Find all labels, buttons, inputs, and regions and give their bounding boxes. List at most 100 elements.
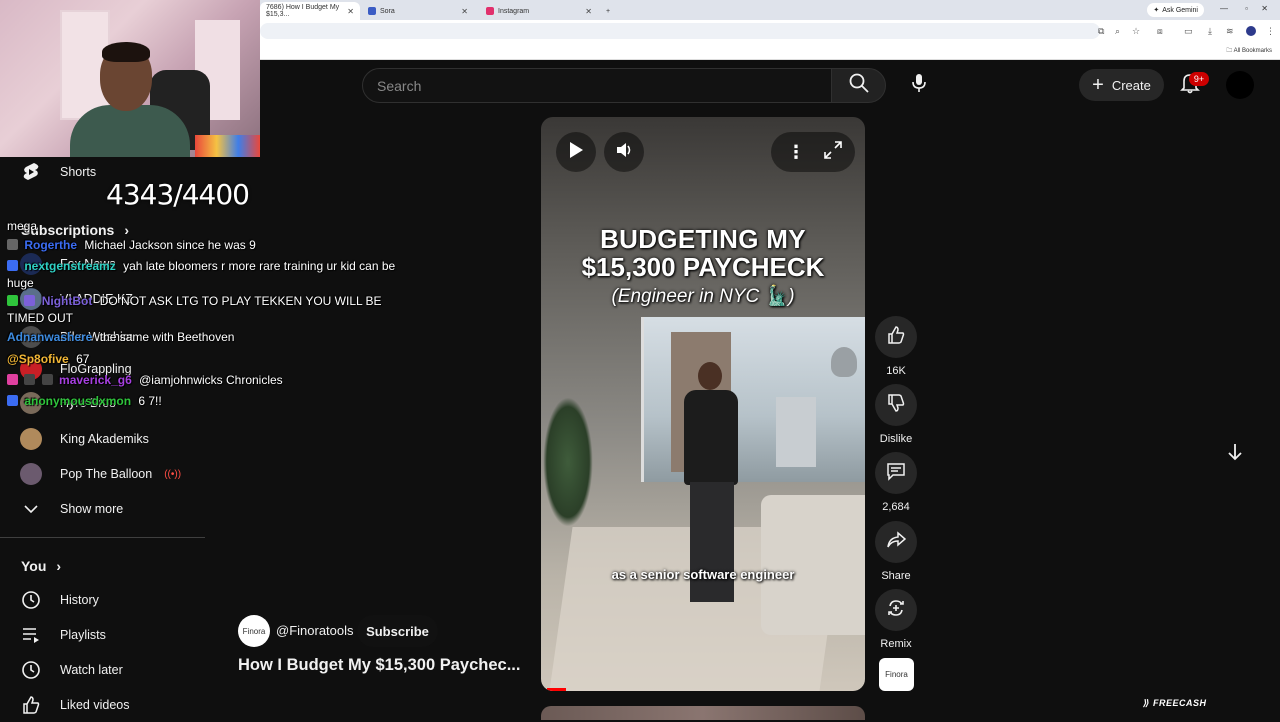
sidebar-item-king-akademiks[interactable]: King Akademiks <box>12 422 202 456</box>
channel-handle[interactable]: @Finoratools <box>276 623 354 638</box>
chat-username: nextgenstreamz <box>24 259 116 273</box>
sidebar-item-pop-the-balloon[interactable]: Pop The Balloon ((•)) <box>12 457 202 491</box>
like-action: 16K <box>874 316 918 377</box>
tab-instagram[interactable]: Instagram ✕ <box>480 2 598 20</box>
chat-message: anonymousdxmon 6 7!! <box>7 393 407 410</box>
cam-streamer-body <box>70 105 190 157</box>
chat-username: @Sp8ofive <box>7 352 69 366</box>
more-options-button[interactable]: ⋮ <box>781 137 811 167</box>
like-button[interactable] <box>875 316 917 358</box>
ask-gemini-button[interactable]: ✦ Ask Gemini <box>1147 3 1204 17</box>
microphone-icon <box>911 73 927 98</box>
video-progress-bar[interactable] <box>547 688 566 691</box>
profile-icon[interactable] <box>1246 26 1256 36</box>
address-bar[interactable] <box>260 23 1100 39</box>
badge-icon <box>41 374 53 385</box>
sidepanel-icon[interactable]: ▭ <box>1184 26 1193 37</box>
sidebar-divider <box>0 537 205 538</box>
chat-message: Rogerthe Michael Jackson since he was 9 <box>7 237 407 254</box>
cam-streamer-hair <box>102 42 150 62</box>
channel-avatar <box>20 463 42 485</box>
close-icon[interactable]: ✕ <box>461 7 468 16</box>
tab-sora[interactable]: Sora ✕ <box>362 2 474 20</box>
chat-message: NightBot DO NOT ASK LTG TO PLAY TEKKEN Y… <box>7 293 407 327</box>
close-icon[interactable]: ✕ <box>347 7 354 16</box>
share-button[interactable] <box>875 521 917 563</box>
sidebar-item-label: Pop The Balloon <box>60 467 153 481</box>
create-label: Create <box>1111 77 1151 93</box>
remix-button[interactable] <box>875 589 917 631</box>
show-more-button[interactable]: Show more <box>12 492 202 526</box>
clock-icon <box>20 659 42 681</box>
next-video-preview[interactable] <box>541 706 865 720</box>
chevron-down-icon <box>20 498 42 520</box>
close-icon[interactable]: ✕ <box>585 7 592 16</box>
chat-username: Rogerthe <box>24 238 78 252</box>
bookmarks-bar: 🗀 All Bookmarks <box>260 42 1280 60</box>
badge-icon <box>7 239 18 250</box>
tab-youtube[interactable]: 7686) How I Budget My $15,3... ✕ <box>260 2 360 20</box>
live-icon: ((•)) <box>164 468 182 480</box>
chat-text: 6 7!! <box>138 394 162 408</box>
thumbs-down-icon <box>886 393 906 418</box>
sidebar-item-label: Playlists <box>60 628 106 642</box>
next-video-button[interactable] <box>1222 440 1248 468</box>
avatar[interactable] <box>1226 71 1254 99</box>
video-scene-lamp <box>831 347 857 377</box>
voice-search-button[interactable] <box>900 68 937 103</box>
sidebar-item-label: Liked videos <box>60 698 130 712</box>
sidebar-item-liked-videos[interactable]: Liked videos <box>12 688 202 722</box>
badge-icon <box>24 374 36 385</box>
sidebar-item-playlists[interactable]: Playlists <box>12 618 202 652</box>
new-tab-button[interactable]: + <box>600 2 616 20</box>
you-heading[interactable]: You › <box>21 558 61 574</box>
subscribe-button[interactable]: Subscribe <box>357 615 438 647</box>
show-more-label: Show more <box>60 502 124 516</box>
freecash-watermark: ⟫ FREECASH <box>1143 698 1207 709</box>
tab-label: Sora <box>380 7 395 15</box>
comments-button[interactable] <box>875 452 917 494</box>
sidebar-item-label: Shorts <box>60 165 97 179</box>
shorts-video-player[interactable]: ⋮ BUDGETING MY $15,300 PAYCHECK (Enginee… <box>541 117 865 691</box>
instagram-icon <box>486 7 494 15</box>
install-icon[interactable]: ⧉ <box>1098 26 1104 37</box>
video-scene-sofa <box>761 495 865 635</box>
search-input[interactable]: Search <box>362 68 832 103</box>
bookmark-star-icon[interactable]: ☆ <box>1132 26 1140 37</box>
sidebar-item-watch-later[interactable]: Watch later <box>12 653 202 687</box>
badge-icon <box>7 395 18 406</box>
chat-message: nextgenstreamz yah late bloomers r more … <box>7 258 407 292</box>
volume-button[interactable] <box>604 132 644 172</box>
maximize-icon[interactable]: ▫ <box>1245 4 1248 13</box>
remix-action: Remix <box>874 589 918 650</box>
dislike-button[interactable] <box>875 384 917 426</box>
notification-count-badge: 9+ <box>1189 72 1209 86</box>
chat-username: mega <box>7 219 38 233</box>
all-bookmarks-button[interactable]: 🗀 All Bookmarks <box>1226 46 1272 56</box>
sidebar-item-history[interactable]: History <box>12 583 202 617</box>
zoom-icon[interactable]: ⌕ <box>1115 26 1120 37</box>
create-button[interactable]: + Create <box>1079 69 1164 101</box>
fullscreen-button[interactable] <box>818 137 848 167</box>
thumbs-up-icon <box>20 694 42 716</box>
play-button[interactable] <box>556 132 596 172</box>
video-overlay-subtitle: (Engineer in NYC 🗽) <box>611 286 795 307</box>
minimize-icon[interactable]: — <box>1220 4 1228 13</box>
webcam-overlay <box>0 0 260 157</box>
download-icon[interactable]: ⤓ <box>1208 26 1212 37</box>
video-title[interactable]: How I Budget My $15,300 Paychec... <box>238 656 538 675</box>
close-window-icon[interactable]: ✕ <box>1261 4 1268 13</box>
channel-avatar[interactable]: Finora <box>238 615 270 647</box>
chat-text: the same with Beethoven <box>99 330 235 344</box>
translate-icon[interactable]: ≋ <box>1226 26 1234 37</box>
you-heading-label: You <box>21 558 47 574</box>
sound-thumbnail[interactable]: Finora <box>879 658 914 691</box>
heart-badge-icon <box>7 374 18 385</box>
chat-text: @iamjohnwicks Chronicles <box>139 373 283 387</box>
chat-message: maverick_g6 @iamjohnwicks Chronicles <box>7 372 407 389</box>
menu-icon[interactable]: ⋮ <box>1266 26 1275 37</box>
sora-icon <box>368 7 376 15</box>
search-button[interactable] <box>831 68 886 103</box>
chevron-right-icon: › <box>56 558 62 574</box>
extensions-icon[interactable]: ⧈ <box>1157 26 1163 37</box>
